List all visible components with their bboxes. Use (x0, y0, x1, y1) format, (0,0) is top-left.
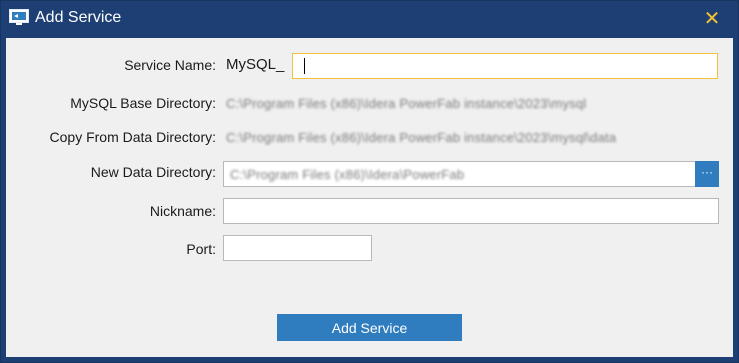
base-directory-label: MySQL Base Directory: (70, 95, 216, 111)
copy-from-directory-value: C:\Program Files (x86)\Idera PowerFab in… (226, 130, 617, 145)
base-directory-value: C:\Program Files (x86)\Idera PowerFab in… (226, 96, 587, 111)
new-data-directory-input[interactable]: C:\Program Files (x86)\Idera\PowerFab ··… (223, 161, 719, 187)
new-data-directory-value: C:\Program Files (x86)\Idera\PowerFab (230, 167, 465, 182)
title-bar[interactable]: Add Service ✕ (1, 1, 738, 37)
new-data-directory-label: New Data Directory: (90, 164, 216, 180)
text-caret (304, 58, 305, 74)
form-panel: Service Name: MySQL_ MySQL Base Director… (6, 38, 733, 357)
close-icon[interactable]: ✕ (699, 6, 725, 32)
port-label: Port: (186, 241, 216, 257)
nickname-input[interactable] (223, 198, 719, 224)
window-title: Add Service (35, 9, 122, 26)
add-service-button[interactable]: Add Service (277, 314, 462, 341)
nickname-label: Nickname: (149, 203, 216, 219)
service-name-input[interactable] (292, 53, 718, 79)
service-name-prefix: MySQL_ (226, 56, 285, 73)
add-service-dialog: Add Service ✕ Service Name: MySQL_ MySQL… (0, 0, 739, 363)
copy-from-directory-label: Copy From Data Directory: (49, 129, 216, 145)
browse-button[interactable]: ··· (695, 161, 719, 187)
port-input[interactable] (223, 235, 372, 261)
app-icon (9, 9, 29, 26)
service-name-label: Service Name: (124, 57, 216, 73)
